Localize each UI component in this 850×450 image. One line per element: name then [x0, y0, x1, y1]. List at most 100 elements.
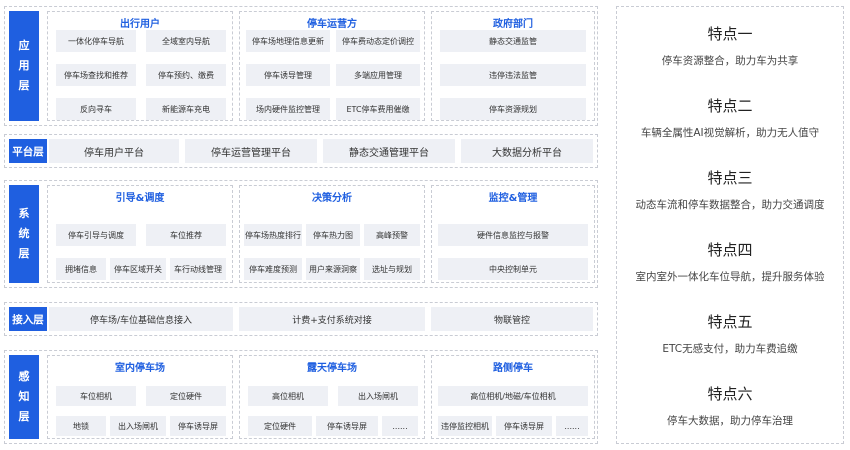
diagram-box: 中央控制单元 [438, 258, 588, 280]
diagram-box: 车行动线管理 [170, 258, 226, 280]
diagram-box: 停车资源规划 [440, 98, 586, 120]
diagram-box: 停车引导与调度 [56, 224, 136, 246]
diagram-box: 停车热力图 [306, 224, 360, 246]
group-guidance-dispatch: 引导&调度 停车引导与调度 车位推荐 拥堵信息 停车区域开关 车行动线管理 [47, 185, 233, 283]
diagram-box: 高峰预警 [364, 224, 420, 246]
diagram-box: 车位推荐 [146, 224, 226, 246]
group-title: 决策分析 [312, 193, 352, 204]
group-title: 停车运营方 [307, 19, 357, 30]
diagram-box: ...... [382, 416, 418, 436]
diagram-box: 停车区域开关 [110, 258, 166, 280]
group-title: 出行用户 [120, 19, 160, 30]
feature-description: 停车资源整合，助力车为共享 [661, 55, 799, 67]
layer-label-char: 感 [18, 370, 30, 383]
diagram-box: ETC停车费用催缴 [336, 98, 420, 120]
system-layer: 系 统 层 引导&调度 停车引导与调度 车位推荐 拥堵信息 停车区域开关 车行动… [4, 180, 598, 288]
diagram-box: 停车场查找和推荐 [56, 64, 136, 86]
diagram-box: 停车场地理信息更新 [246, 30, 330, 52]
diagram-box: 用户来源洞察 [306, 258, 360, 280]
feature-description: 停车大数据，助力停车治理 [667, 415, 793, 427]
application-layer-label: 应 用 层 [9, 11, 39, 121]
feature-item: 特点五 ETC无感支付，助力车费追缴 [617, 311, 843, 356]
layer-label-char: 层 [18, 79, 30, 92]
group-indoor-parking: 室内停车场 车位相机 定位硬件 地锁 出入场闸机 停车诱导屏 [47, 355, 233, 439]
diagram-box: 一体化停车导航 [56, 30, 136, 52]
diagram-box: 定位硬件 [146, 386, 226, 406]
layer-label-char: 系 [18, 207, 30, 220]
diagram-box: 停车场热度排行 [244, 224, 302, 246]
diagram-box: 反向寻车 [56, 98, 136, 120]
group-title: 引导&调度 [115, 193, 165, 204]
access-layer-label: 接入层 [9, 307, 47, 331]
feature-title: 特点六 [707, 385, 753, 403]
feature-item: 特点六 停车大数据，助力停车治理 [617, 383, 843, 428]
diagram-box: 拥堵信息 [56, 258, 106, 280]
feature-description: ETC无感支付，助力车费追缴 [662, 343, 798, 355]
feature-description: 车辆全属性AI视觉解析，助力无人值守 [640, 127, 820, 139]
platform-layer: 平台层 停车用户平台 停车运营管理平台 静态交通管理平台 大数据分析平台 [4, 134, 598, 168]
diagram-box: 违停违法监管 [440, 64, 586, 86]
feature-title: 特点一 [707, 25, 753, 43]
feature-description: 动态车流和停车数据整合，助力交通调度 [635, 199, 825, 211]
diagram-box: 停车诱导管理 [246, 64, 330, 86]
feature-title: 特点三 [707, 169, 753, 187]
platform-box: 静态交通管理平台 [323, 139, 455, 163]
group-title: 路侧停车 [493, 363, 533, 374]
diagram-box: 停车诱导屏 [316, 416, 378, 436]
diagram-box: 车位相机 [56, 386, 136, 406]
access-box: 停车场/车位基础信息接入 [49, 307, 233, 331]
diagram-box: 地锁 [56, 416, 106, 436]
layer-label-char: 应 [18, 39, 30, 52]
feature-title: 特点二 [707, 97, 753, 115]
platform-layer-label: 平台层 [9, 139, 47, 163]
platform-box: 停车用户平台 [49, 139, 179, 163]
feature-description: 室内室外一体化车位导航，提升服务体验 [635, 271, 825, 283]
perception-layer-label: 感 知 层 [9, 355, 39, 439]
diagram-box: 停车难度预测 [244, 258, 302, 280]
diagram-box: 新能源车充电 [146, 98, 226, 120]
diagram-box: 高位相机/地磁/车位相机 [438, 386, 588, 406]
feature-title: 特点四 [707, 241, 753, 259]
group-title: 露天停车场 [307, 363, 357, 374]
platform-box: 大数据分析平台 [461, 139, 593, 163]
layer-label-char: 知 [18, 390, 30, 403]
diagram-box: 出入场闸机 [338, 386, 418, 406]
diagram-box: 硬件信息监控与报警 [438, 224, 588, 246]
layer-label-char: 层 [18, 410, 30, 423]
diagram-box: 全域室内导航 [146, 30, 226, 52]
feature-item: 特点四 室内室外一体化车位导航，提升服务体验 [617, 239, 843, 284]
feature-item: 特点三 动态车流和停车数据整合，助力交通调度 [617, 167, 843, 212]
diagram-box: 定位硬件 [248, 416, 312, 436]
group-travel-users: 出行用户 一体化停车导航 全域室内导航 停车场查找和推荐 停车预约、缴费 反向寻… [47, 11, 233, 121]
diagram-box: 停车诱导屏 [170, 416, 226, 436]
perception-layer: 感 知 层 室内停车场 车位相机 定位硬件 地锁 出入场闸机 停车诱导屏 露天停… [4, 350, 598, 444]
group-outdoor-parking: 露天停车场 高位相机 出入场闸机 定位硬件 停车诱导屏 ...... [239, 355, 425, 439]
diagram-box: 停车费动态定价调控 [336, 30, 420, 52]
diagram-box: 多端应用管理 [336, 64, 420, 86]
diagram-box: 停车诱导屏 [496, 416, 552, 436]
features-panel: 特点一 停车资源整合，助力车为共享 特点二 车辆全属性AI视觉解析，助力无人值守… [616, 6, 844, 444]
diagram-box: ...... [556, 416, 588, 436]
diagram-box: 静态交通监管 [440, 30, 586, 52]
system-layer-label: 系 统 层 [9, 185, 39, 283]
diagram-box: 停车预约、缴费 [146, 64, 226, 86]
feature-title: 特点五 [707, 313, 753, 331]
platform-box: 停车运营管理平台 [185, 139, 317, 163]
group-decision-analysis: 决策分析 停车场热度排行 停车热力图 高峰预警 停车难度预测 用户来源洞察 选址… [239, 185, 425, 283]
group-government: 政府部门 静态交通监管 违停违法监管 停车资源规划 [431, 11, 595, 121]
access-layer: 接入层 停车场/车位基础信息接入 计费+支付系统对接 物联管控 [4, 302, 598, 336]
diagram-box: 出入场闸机 [110, 416, 166, 436]
access-box: 计费+支付系统对接 [239, 307, 425, 331]
feature-item: 特点一 停车资源整合，助力车为共享 [617, 23, 843, 68]
layer-label-char: 用 [18, 59, 30, 72]
group-title: 室内停车场 [115, 363, 165, 374]
layer-label-char: 层 [18, 247, 30, 260]
layer-label-char: 统 [18, 227, 30, 240]
group-monitor-manage: 监控&管理 硬件信息监控与报警 中央控制单元 [431, 185, 595, 283]
diagram-box: 场内硬件监控管理 [246, 98, 330, 120]
feature-item: 特点二 车辆全属性AI视觉解析，助力无人值守 [617, 95, 843, 140]
access-box: 物联管控 [431, 307, 593, 331]
diagram-box: 违停监控相机 [438, 416, 492, 436]
group-title: 监控&管理 [488, 193, 538, 204]
application-layer: 应 用 层 出行用户 一体化停车导航 全域室内导航 停车场查找和推荐 停车预约、… [4, 6, 598, 126]
